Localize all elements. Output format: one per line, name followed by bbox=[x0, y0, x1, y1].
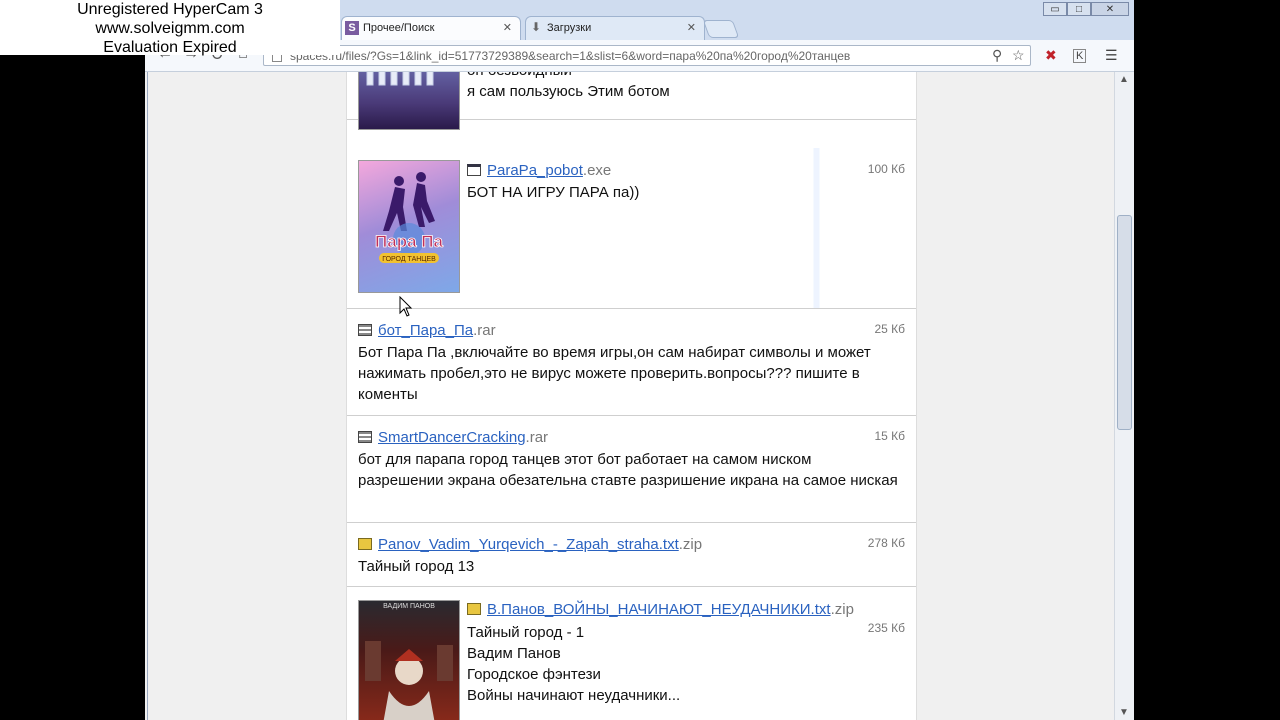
address-bar[interactable]: spaces.ru/files/?Gs=1&link_id=5177372938… bbox=[263, 45, 1031, 66]
list-item: ВАДИМ ПАНОВ В.Панов_ВОЙНЫ_НАЧИНАЮТ_НЕУДА… bbox=[347, 587, 916, 720]
dancers-thumbnail[interactable] bbox=[358, 72, 460, 130]
description-line: он безвоидный bbox=[467, 72, 670, 81]
list-item: SmartDancerCracking.rar 15 Кб бот для па… bbox=[347, 416, 916, 523]
new-tab-button[interactable] bbox=[702, 20, 740, 38]
file-size: 100 Кб bbox=[867, 162, 905, 176]
entry-description: бот для парапа город танцев этот бот раб… bbox=[358, 451, 898, 489]
file-link-line: ParaPa_pobot.exe bbox=[467, 162, 611, 179]
scroll-thumb[interactable] bbox=[1117, 215, 1132, 430]
book-cover-thumbnail[interactable]: ВАДИМ ПАНОВ bbox=[358, 600, 460, 720]
file-list: он безвоидный я сам пользуюсь Этим ботом… bbox=[346, 72, 917, 720]
description-line: Городское фэнтези bbox=[467, 666, 601, 683]
file-link[interactable]: В.Панов_ВОЙНЫ_НАЧИНАЮТ_НЕУДАЧНИКИ.txt bbox=[487, 601, 831, 618]
tab-label: Загрузки bbox=[547, 22, 592, 34]
dancers-image bbox=[366, 72, 434, 86]
list-item: он безвоидный я сам пользуюсь Этим ботом bbox=[347, 72, 916, 130]
file-size: 235 Кб bbox=[867, 621, 905, 635]
watermark-line: www.solveigmm.com bbox=[95, 20, 245, 37]
spaces-favicon-icon: S bbox=[345, 21, 359, 35]
file-link-line: В.Панов_ВОЙНЫ_НАЧИНАЮТ_НЕУДАЧНИКИ.txt.zi… bbox=[467, 601, 854, 618]
file-extension: .zip bbox=[830, 601, 854, 618]
k-extension-icon[interactable]: K bbox=[1073, 49, 1087, 63]
close-tab-icon[interactable]: ✕ bbox=[503, 21, 512, 34]
close-window-button[interactable]: ✕ bbox=[1091, 2, 1129, 16]
menu-icon[interactable]: ☰ bbox=[1105, 47, 1118, 64]
file-extension: .rar bbox=[473, 322, 496, 339]
logo-subtext: ГОРОД ТАНЦЕВ bbox=[382, 256, 436, 263]
file-size: 278 Кб bbox=[867, 536, 905, 550]
window-icon bbox=[467, 164, 481, 176]
description-line: Тайный город - 1 bbox=[467, 624, 585, 641]
search-icon[interactable]: ⚲ bbox=[992, 47, 1002, 64]
star-icon[interactable]: ☆ bbox=[1012, 47, 1025, 64]
entry-description: БОТ НА ИГРУ ПАРА па)) bbox=[467, 184, 640, 201]
description-line: я сам пользуюсь Этим ботом bbox=[467, 83, 670, 100]
scroll-down-arrow-icon[interactable]: ▼ bbox=[1119, 707, 1129, 718]
file-link[interactable]: SmartDancerCracking bbox=[378, 429, 526, 446]
browser-window: S Прочее/Поиск ✕ ⬇ Загрузки ✕ ▭ □ ✕ ← → … bbox=[145, 0, 1134, 720]
antivirus-extension-icon[interactable]: ✖ bbox=[1045, 47, 1057, 64]
file-extension: .exe bbox=[582, 162, 612, 179]
minimize-button[interactable]: ▭ bbox=[1043, 2, 1067, 16]
file-link[interactable]: ParaPa_pobot bbox=[487, 162, 583, 179]
entry-description: он безвоидный я сам пользуюсь Этим ботом bbox=[467, 72, 670, 102]
recording-watermark: Unregistered HyperCam 3 www.solveigmm.co… bbox=[0, 0, 340, 56]
entry-description: Бот Пара Па ,включайте во время игры,он … bbox=[358, 344, 871, 403]
page-viewport: он безвоидный я сам пользуюсь Этим ботом… bbox=[145, 72, 1114, 720]
parapa-thumbnail[interactable]: Пара Па ГОРОД ТАНЦЕВ bbox=[358, 160, 460, 293]
zip-icon bbox=[467, 603, 481, 615]
tab-search[interactable]: S Прочее/Поиск ✕ bbox=[341, 16, 521, 40]
scroll-up-arrow-icon[interactable]: ▲ bbox=[1119, 74, 1129, 85]
frame-border bbox=[147, 72, 148, 720]
file-size: 15 Кб bbox=[874, 429, 905, 443]
entry-description: Тайный город - 1 Вадим Панов Городское ф… bbox=[467, 622, 680, 706]
close-tab-icon[interactable]: ✕ bbox=[687, 21, 696, 34]
rar-icon bbox=[358, 431, 372, 443]
file-link-line: SmartDancerCracking.rar bbox=[358, 429, 548, 446]
file-link-line: бот_Пара_Па.rar bbox=[358, 322, 496, 339]
logo-text: Пара Па bbox=[375, 232, 443, 251]
list-item: Panov_Vadim_Yurqevich_-_Zapah_straha.txt… bbox=[347, 523, 916, 587]
maximize-button[interactable]: □ bbox=[1067, 2, 1091, 16]
tab-label: Прочее/Поиск bbox=[363, 22, 435, 34]
file-extension: .rar bbox=[525, 429, 549, 446]
file-size: 25 Кб bbox=[874, 322, 905, 336]
book-author-text: ВАДИМ ПАНОВ bbox=[383, 603, 435, 610]
description-line: Войны начинают неудачники... bbox=[467, 687, 681, 704]
parapa-logo-image: Пара Па ГОРОД ТАНЦЕВ bbox=[375, 172, 444, 263]
file-link[interactable]: бот_Пара_Па bbox=[378, 322, 473, 339]
entry-description: Тайный город 13 bbox=[358, 558, 475, 575]
watermark-line: Unregistered HyperCam 3 bbox=[77, 1, 263, 18]
download-icon: ⬇ bbox=[531, 20, 542, 34]
description-line: Вадим Панов bbox=[467, 645, 561, 662]
watermark-line: Evaluation Expired bbox=[103, 39, 237, 56]
file-extension: .zip bbox=[678, 536, 703, 553]
tab-downloads[interactable]: ⬇ Загрузки ✕ bbox=[525, 16, 705, 40]
vertical-scrollbar[interactable]: ▲ ▼ bbox=[1114, 72, 1134, 720]
rar-icon bbox=[358, 324, 372, 336]
file-link-line: Panov_Vadim_Yurqevich_-_Zapah_straha.txt… bbox=[358, 536, 702, 553]
list-item: бот_Пара_Па.rar 25 Кб Бот Пара Па ,включ… bbox=[347, 309, 916, 416]
book-cover-image bbox=[365, 641, 453, 720]
list-item: Пара Па ГОРОД ТАНЦЕВ ParaPa_pobot.exe 10… bbox=[347, 148, 916, 309]
url-text: spaces.ru/files/?Gs=1&link_id=5177372938… bbox=[290, 49, 851, 63]
file-link[interactable]: Panov_Vadim_Yurqevich_-_Zapah_straha.txt bbox=[378, 536, 679, 553]
mouse-cursor-icon bbox=[399, 296, 413, 317]
zip-icon bbox=[358, 538, 372, 550]
